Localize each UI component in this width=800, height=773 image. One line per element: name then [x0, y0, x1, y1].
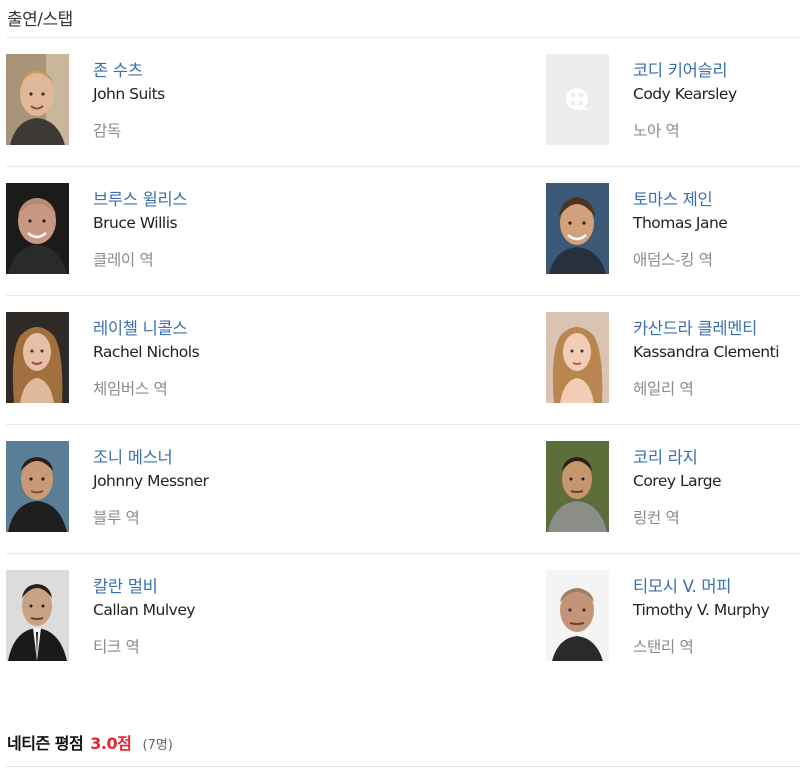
cast-name-korean[interactable]: 티모시 V. 머피	[633, 576, 769, 598]
rating-score: 3.0점	[90, 734, 132, 753]
cast-item[interactable]: 카산드라 클레멘티 Kassandra Clementi 헤일리 역	[546, 312, 800, 404]
cast-name-korean[interactable]: 존 수츠	[93, 60, 165, 82]
rating-label: 네티즌 평점	[7, 734, 84, 753]
cast-photo[interactable]	[546, 183, 609, 274]
cast-role: 스탠리 역	[633, 638, 694, 656]
cast-photo[interactable]	[546, 570, 609, 661]
cast-item[interactable]: 코디 키어슬리 Cody Kearsley 노아 역	[546, 54, 800, 146]
cast-name-korean[interactable]: 토마스 제인	[633, 189, 727, 211]
cast-photo[interactable]	[6, 570, 69, 661]
cast-name-english: Johnny Messner	[93, 472, 209, 490]
cast-name-korean[interactable]: 레이첼 니콜스	[93, 318, 199, 340]
cast-name-english: Kassandra Clementi	[633, 343, 780, 361]
section-title: 출연/스탭	[7, 10, 73, 30]
cast-item[interactable]: 티모시 V. 머피 Timothy V. Murphy 스탠리 역	[546, 570, 800, 662]
cast-photo[interactable]	[6, 183, 69, 274]
cast-photo[interactable]	[6, 441, 69, 532]
rating-divider	[6, 766, 800, 767]
cast-item[interactable]: 토마스 제인 Thomas Jane 애덤스-킹 역	[546, 183, 800, 275]
cast-item[interactable]: 레이첼 니콜스 Rachel Nichols 체임버스 역	[6, 312, 406, 404]
cast-item[interactable]: 조니 메스너 Johnny Messner 블루 역	[6, 441, 406, 533]
cast-name-english: Rachel Nichols	[93, 343, 200, 361]
cast-role: 감독	[93, 122, 121, 140]
cast-role: 체임버스 역	[93, 380, 168, 398]
cast-name-english: Thomas Jane	[633, 214, 728, 232]
cast-name-korean[interactable]: 카산드라 클레멘티	[633, 318, 779, 340]
cast-name-english: Timothy V. Murphy	[633, 601, 770, 619]
cast-role: 노아 역	[633, 122, 680, 140]
cast-role: 애덤스-킹 역	[633, 251, 713, 269]
cast-photo[interactable]	[546, 441, 609, 532]
rating-count: (7명)	[142, 738, 173, 753]
cast-name-korean[interactable]: 칼란 멀비	[93, 576, 195, 598]
cast-row: 브루스 윌리스 Bruce Willis 클레이 역 토마스 제인 Thomas…	[6, 167, 800, 296]
cast-photo[interactable]	[6, 54, 69, 145]
cast-name-english: Cody Kearsley	[633, 85, 737, 103]
cast-row: 레이첼 니콜스 Rachel Nichols 체임버스 역 카산드라 클레멘티 …	[6, 296, 800, 425]
film-reel-placeholder-icon[interactable]	[546, 54, 609, 145]
cast-name-english: Callan Mulvey	[93, 601, 196, 619]
netizen-rating: 네티즌 평점 3.0점 (7명)	[7, 730, 173, 754]
cast-row: 칼란 멀비 Callan Mulvey 티크 역 티모시 V. 머피 Timot…	[6, 554, 800, 683]
cast-item[interactable]: 존 수츠 John Suits 감독	[6, 54, 406, 146]
cast-name-korean[interactable]: 코리 라지	[633, 447, 721, 469]
cast-role: 링컨 역	[633, 509, 680, 527]
cast-role: 티크 역	[93, 638, 140, 656]
cast-photo[interactable]	[6, 312, 69, 403]
cast-row: 존 수츠 John Suits 감독 코디 키어슬리 Cody Kearsley…	[6, 38, 800, 167]
cast-name-korean[interactable]: 브루스 윌리스	[93, 189, 188, 211]
cast-photo[interactable]	[546, 312, 609, 403]
cast-name-korean[interactable]: 조니 메스너	[93, 447, 208, 469]
cast-role: 블루 역	[93, 509, 140, 527]
cast-item[interactable]: 코리 라지 Corey Large 링컨 역	[546, 441, 800, 533]
cast-role: 클레이 역	[93, 251, 154, 269]
cast-role: 헤일리 역	[633, 380, 694, 398]
cast-name-english: Corey Large	[633, 472, 722, 490]
cast-name-english: John Suits	[93, 85, 165, 103]
cast-item[interactable]: 브루스 윌리스 Bruce Willis 클레이 역	[6, 183, 406, 275]
cast-list: 존 수츠 John Suits 감독 코디 키어슬리 Cody Kearsley…	[6, 38, 800, 683]
cast-row: 조니 메스너 Johnny Messner 블루 역 코리 라지 Corey L…	[6, 425, 800, 554]
cast-name-english: Bruce Willis	[93, 214, 178, 232]
cast-name-korean[interactable]: 코디 키어슬리	[633, 60, 737, 82]
cast-item[interactable]: 칼란 멀비 Callan Mulvey 티크 역	[6, 570, 406, 662]
